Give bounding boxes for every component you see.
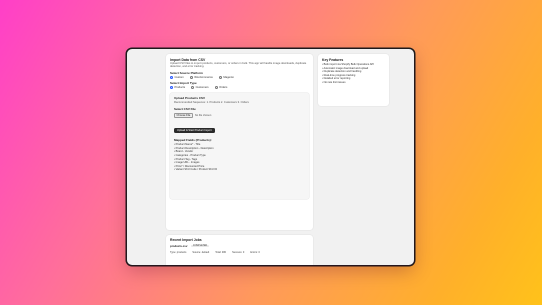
upload-heading: Upload Products CSV [174,95,206,100]
radio-icon [191,85,195,89]
radio-icon [218,75,222,79]
job-row[interactable]: products.csv COMPLETED [170,244,309,248]
job-stat: Success: 0 [232,251,245,254]
job-stat: Type: products [170,251,187,254]
radio-label: Customers [195,85,209,89]
recent-jobs-card: Recent Import Jobs products.csv COMPLETE… [166,235,313,265]
radio-icon [189,75,193,79]
job-stats: Type: products Source: default Total: 48… [170,251,309,254]
import-type-option-orders[interactable]: Orders [214,85,228,89]
radio-label: WooCommerce [194,75,213,79]
radio-label: Custom [174,75,184,79]
import-type-option-customers[interactable]: Customers [191,85,209,89]
upload-panel: Upload Products CSV Recommended Sequence… [170,92,309,199]
job-stat: Source: default [192,251,210,254]
import-description: Upload CSV files to import products, cus… [170,62,307,69]
radio-selected-icon [170,85,173,89]
upload-start-button[interactable]: Upload & Start Product Import [174,128,215,134]
features-list: • Bulk import via Shopify Bulk Operation… [322,63,385,84]
platform-option-woocommerce[interactable]: WooCommerce [189,75,213,79]
import-card: Import Data from CSV Upload CSV files to… [166,54,313,230]
app-window: Import Data from CSV Upload CSV files to… [127,49,414,265]
radio-label: Orders [219,85,228,89]
platform-option-custom[interactable]: Custom [170,75,184,79]
import-type-option-products[interactable]: Products [170,85,186,89]
job-stat: Errors: 0 [250,251,260,254]
platform-option-magento[interactable]: Magento [218,75,234,79]
platform-heading: Select Source Platform [170,70,203,75]
radio-selected-icon [170,75,173,79]
list-item: • Variant SKU Code / Product SKU ID [174,168,218,172]
job-file-name: products.csv [170,244,188,248]
radio-label: Magento [223,75,234,79]
radio-label: Products [174,85,186,89]
key-features-card: Key Features • Bulk import via Shopify B… [318,54,389,106]
file-input: Choose File No file chosen [174,112,305,119]
mapped-fields-list: • Product Name* - Title • Product Descri… [174,143,305,171]
no-file-text: No file chosen [194,114,212,118]
import-type-heading: Select Import Type [170,80,197,85]
choose-file-button[interactable]: Choose File [174,112,193,119]
status-badge: COMPLETED [191,244,209,248]
mapped-fields-heading: Mapped Fields (Products): [174,138,212,143]
features-title: Key Features [322,58,344,62]
platform-radio-group: Custom WooCommerce Magento [170,75,309,79]
select-file-label: Select CSV File [174,106,196,111]
job-stat: Total: 480 [215,251,227,254]
sequence-note: Recommended Sequence: 1. Products 2. Cus… [174,101,249,105]
import-type-radio-group: Products Customers Orders [170,85,309,89]
recent-jobs-title: Recent Import Jobs [170,238,202,242]
radio-icon [214,85,218,89]
list-item: • No rate limit issues [322,80,346,84]
